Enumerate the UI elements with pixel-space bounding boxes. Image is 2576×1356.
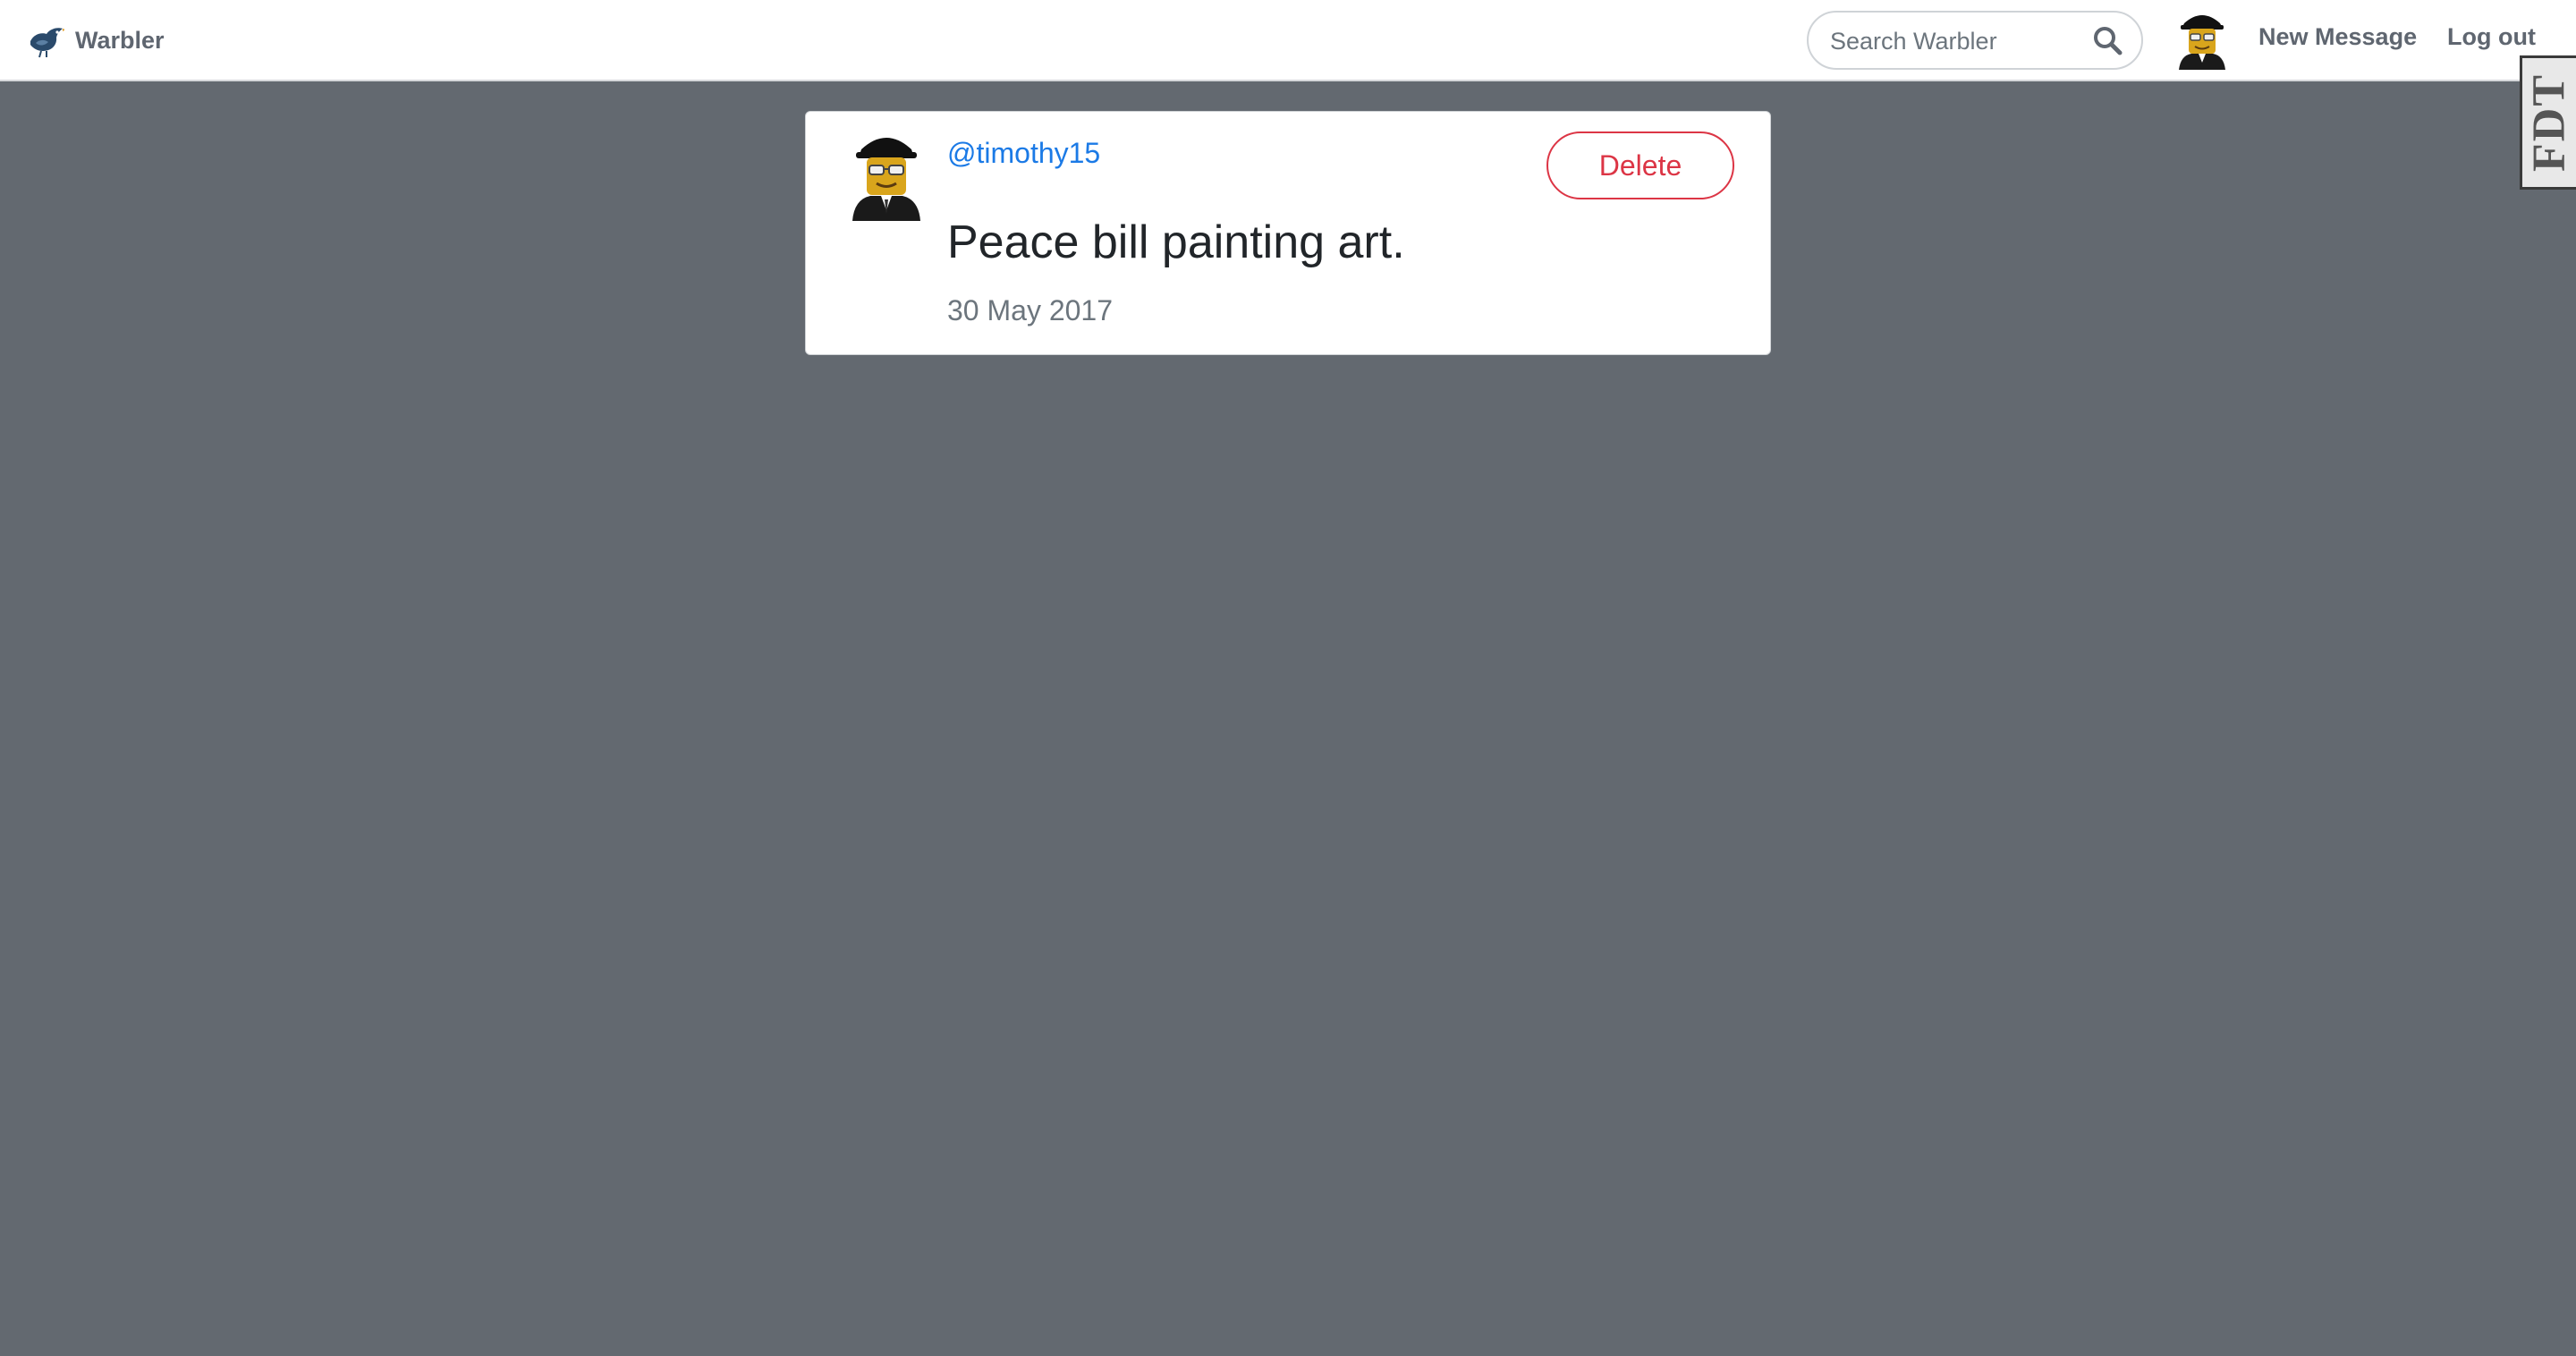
message-username-link[interactable]: @timothy15	[947, 137, 1100, 170]
logout-link[interactable]: Log out	[2447, 23, 2536, 51]
delete-button[interactable]: Delete	[1546, 131, 1734, 199]
new-message-link[interactable]: New Message	[2258, 23, 2417, 51]
debug-toolbar-label: FDT	[2523, 73, 2575, 172]
navbar: Warbler New Message Log out	[0, 0, 2576, 81]
message-date: 30 May 2017	[947, 294, 1114, 326]
user-avatar[interactable]	[2177, 9, 2227, 70]
search-icon	[2094, 27, 2123, 55]
search-button[interactable]	[2091, 25, 2123, 57]
brand-link[interactable]: Warbler	[27, 20, 165, 61]
brand-name: Warbler	[75, 26, 165, 54]
warbler-bird-icon	[30, 28, 64, 58]
message-text: Peace bill painting art.	[947, 216, 1405, 268]
search-input[interactable]	[1830, 23, 2089, 59]
message-author-avatar[interactable]	[852, 128, 920, 221]
search-form	[1807, 11, 2143, 70]
debug-toolbar-handle[interactable]: FDT	[2520, 55, 2576, 190]
message-card: @timothy15 Delete Peace bill painting ar…	[805, 111, 1771, 355]
